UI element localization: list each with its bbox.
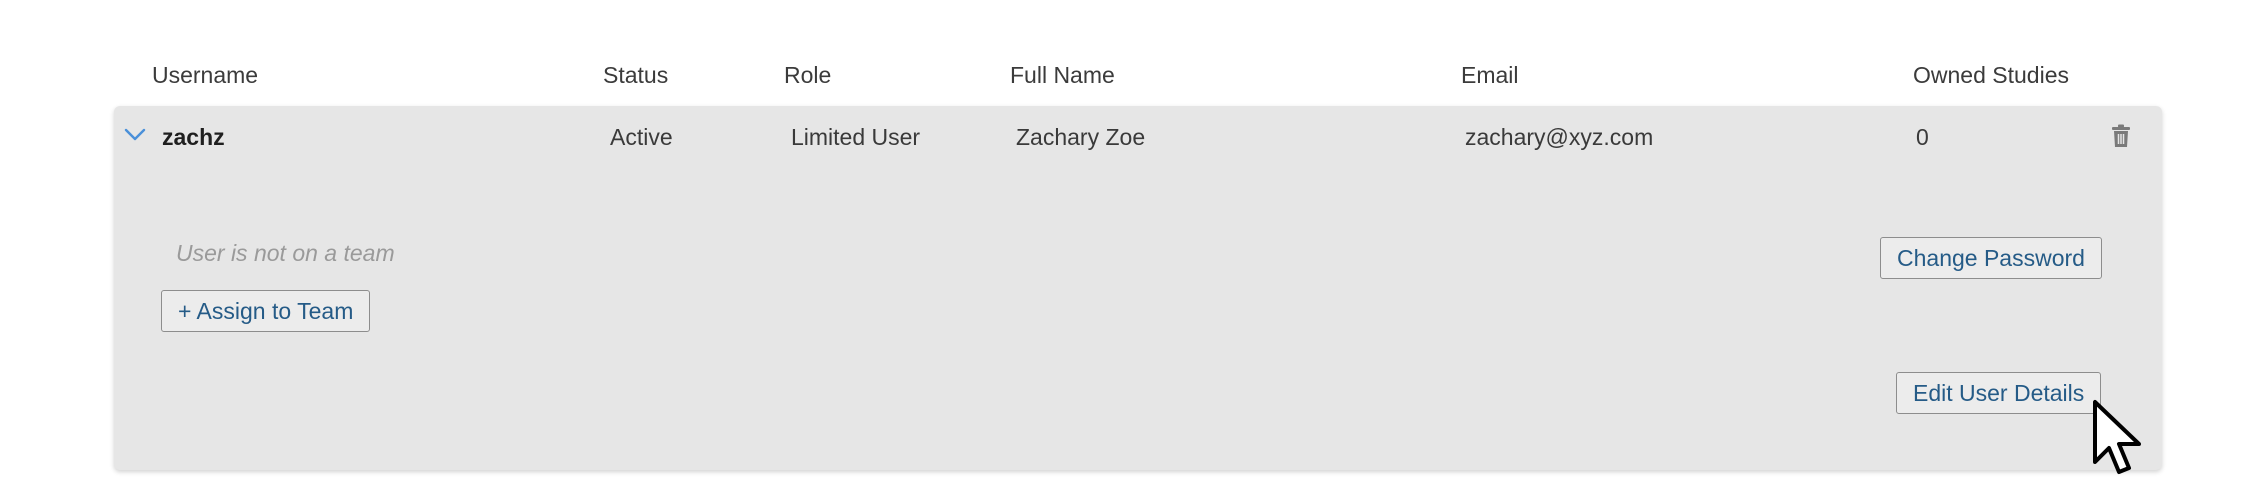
team-status-note: User is not on a team [176,240,395,266]
role-cell: Limited User [791,124,921,150]
column-header-role: Role [784,62,832,88]
status-cell: Active [610,124,673,150]
owned-studies-cell: 0 [1916,124,1929,150]
full-name-cell: Zachary Zoe [1016,124,1146,150]
column-header-owned-studies: Owned Studies [1913,62,2069,88]
table-header: Username Status Role Full Name Email Own… [0,58,2268,94]
trash-icon[interactable] [2110,124,2132,148]
chevron-down-icon[interactable] [122,122,148,148]
column-header-email: Email [1461,62,1519,88]
email-cell: zachary@xyz.com [1465,124,1654,150]
user-row-expanded: zachz Active Limited User Zachary Zoe za… [114,106,2162,470]
column-header-full-name: Full Name [1010,62,1115,88]
column-header-status: Status [603,62,669,88]
column-header-username: Username [152,62,259,88]
edit-user-details-button[interactable]: Edit User Details [1896,372,2102,414]
username-cell: zachz [162,124,225,150]
assign-to-team-button[interactable]: + Assign to Team [161,290,371,332]
change-password-button[interactable]: Change Password [1880,237,2102,279]
